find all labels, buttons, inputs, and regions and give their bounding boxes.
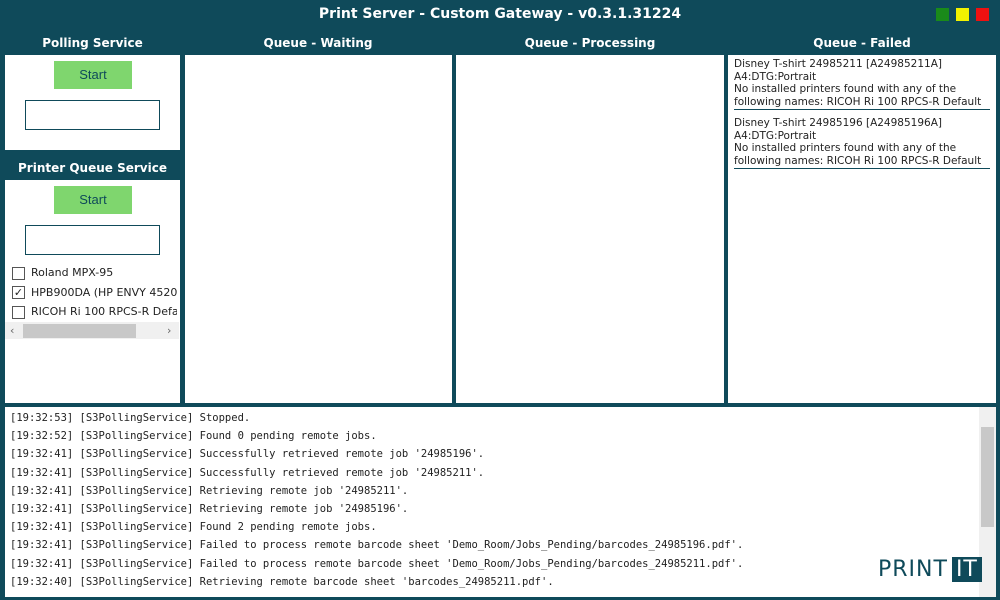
failed-job-line2: A4:DTG:Portrait (734, 70, 817, 83)
queue-processing-header: Queue - Processing (524, 36, 656, 50)
failed-job-line4: following names: RICOH Ri 100 RPCS-R Def… (734, 95, 982, 108)
scrollbar-thumb[interactable] (23, 324, 136, 338)
maximize-button[interactable] (936, 8, 949, 21)
log-line: [19:32:52] [S3PollingService] Found 0 pe… (10, 430, 377, 443)
printer-item[interactable]: Roland MPX-95 (12, 266, 177, 284)
log-lines: [19:32:53] [S3PollingService] Stopped. [1… (5, 407, 996, 591)
printer-queue-status-field[interactable] (25, 225, 160, 255)
polling-status-field[interactable] (25, 100, 160, 130)
log-line: [19:32:41] [S3PollingService] Successful… (10, 466, 485, 479)
queue-failed-list[interactable]: Disney T-shirt 24985211 [A24985211A] A4:D… (728, 55, 996, 403)
log-line: [19:32:41] [S3PollingService] Found 2 pe… (10, 521, 377, 534)
log-panel[interactable]: [19:32:53] [S3PollingService] Stopped. [1… (5, 407, 996, 597)
printer-item[interactable]: RICOH Ri 100 RPCS-R Defau (12, 305, 177, 323)
failed-job-line2: A4:DTG:Portrait (734, 129, 817, 142)
checkbox-unchecked-icon[interactable] (12, 266, 25, 280)
log-line: [19:32:41] [S3PollingService] Retrieving… (10, 502, 409, 515)
log-line: [19:32:41] [S3PollingService] Failed to … (10, 557, 744, 570)
logo-text-it: IT (951, 557, 982, 582)
failed-job-line4: following names: RICOH Ri 100 RPCS-R Def… (734, 154, 982, 167)
checkbox-unchecked-icon[interactable] (12, 305, 25, 319)
title-bar: Print Server - Custom Gateway - v0.3.1.3… (0, 0, 1000, 30)
log-line: [19:32:41] [S3PollingService] Failed to … (10, 539, 744, 552)
printer-list-horizontal-scrollbar[interactable]: ‹ › (5, 322, 179, 339)
log-line: [19:32:41] [S3PollingService] Successful… (10, 448, 485, 461)
printer-name: HPB900DA (HP ENVY 4520 (31, 285, 177, 299)
printer-queue-start-button[interactable]: Start (54, 186, 132, 214)
log-line: [19:32:41] [S3PollingService] Retrieving… (10, 484, 409, 497)
polling-service-panel: Start (5, 55, 180, 150)
log-line: [19:32:53] [S3PollingService] Stopped. (10, 412, 251, 424)
scroll-right-icon[interactable]: › (167, 324, 171, 337)
printer-queue-service-header: Printer Queue Service (18, 161, 167, 175)
failed-job-line3: No installed printers found with any of … (734, 142, 957, 154)
checkbox-checked-icon[interactable]: ✓ (12, 286, 25, 299)
printer-item[interactable]: ✓ HPB900DA (HP ENVY 4520 (12, 286, 177, 304)
failed-job-line3: No installed printers found with any of … (734, 83, 957, 95)
minimize-button[interactable] (956, 8, 969, 21)
printit-logo: PRINT IT (878, 557, 982, 585)
queue-processing-list[interactable] (456, 55, 724, 403)
scrollbar-thumb[interactable] (981, 427, 994, 527)
printer-name: Roland MPX-95 (31, 266, 114, 279)
failed-job-item[interactable]: Disney T-shirt 24985196 [A24985196A] A4:D… (734, 117, 990, 169)
queue-waiting-header: Queue - Waiting (263, 36, 373, 50)
scroll-left-icon[interactable]: ‹ (10, 324, 14, 337)
failed-job-item[interactable]: Disney T-shirt 24985211 [A24985211A] A4:D… (734, 58, 990, 110)
queue-failed-header: Queue - Failed (813, 36, 911, 50)
logo-text-print: PRINT (878, 557, 948, 582)
close-button[interactable] (976, 8, 989, 21)
queue-waiting-list[interactable] (185, 55, 452, 403)
printer-name: RICOH Ri 100 RPCS-R Defau (31, 305, 177, 318)
failed-job-line1: Disney T-shirt 24985196 [A24985196A] (734, 117, 942, 129)
window-title: Print Server - Custom Gateway - v0.3.1.3… (318, 6, 682, 22)
polling-service-header: Polling Service (42, 36, 143, 50)
polling-start-button[interactable]: Start (54, 61, 132, 89)
failed-job-line1: Disney T-shirt 24985211 [A24985211A] (734, 58, 942, 70)
log-line: [19:32:40] [S3PollingService] Retrieving… (10, 575, 554, 588)
